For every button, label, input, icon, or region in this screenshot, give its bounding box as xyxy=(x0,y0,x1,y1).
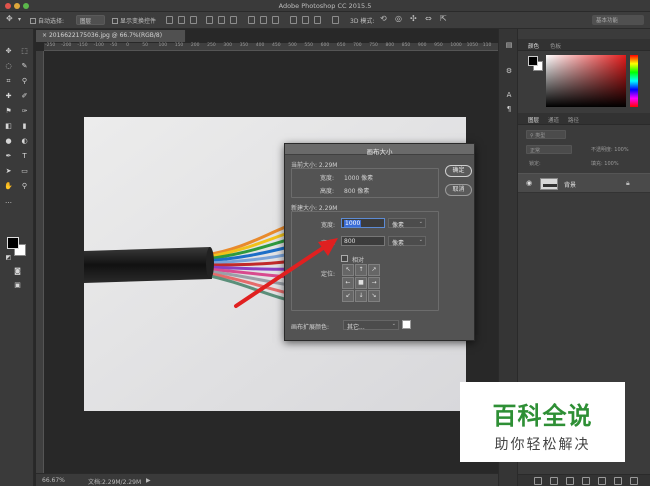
watermark-title: 百科全说 xyxy=(492,402,593,430)
foreground-color-swatch[interactable] xyxy=(7,237,19,249)
panel-foreground-swatch[interactable] xyxy=(528,56,538,66)
red-arrow-shaft xyxy=(234,244,328,308)
watermark-subtitle: 助你轻松解决 xyxy=(494,437,591,453)
watermark-logo: 百科全说 助你轻松解决 xyxy=(460,382,625,462)
